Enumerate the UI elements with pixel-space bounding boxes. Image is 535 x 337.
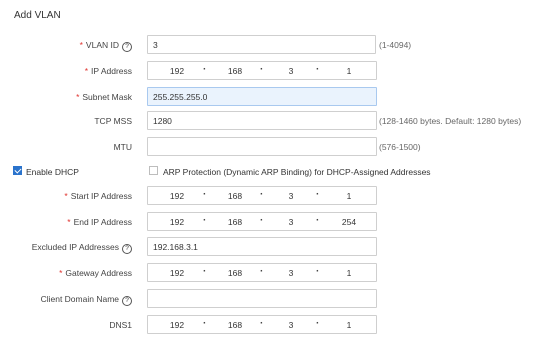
ip-address-input[interactable]: 192 · 168 · 3 · 1: [147, 61, 377, 80]
help-icon[interactable]: ?: [122, 244, 132, 254]
enable-dhcp-label[interactable]: Enable DHCP: [26, 167, 79, 177]
octet-4[interactable]: 1: [334, 191, 364, 201]
start-ip-input[interactable]: 192 · 168 · 3 · 1: [147, 186, 377, 205]
octet-4[interactable]: 1: [334, 268, 364, 278]
dot-separator: ·: [260, 318, 264, 329]
octet-1[interactable]: 192: [162, 191, 192, 201]
dns1-input[interactable]: 192 · 168 · 3 · 1: [147, 315, 377, 334]
dot-separator: ·: [260, 64, 264, 75]
dot-separator: ·: [260, 266, 264, 277]
octet-2[interactable]: 168: [220, 217, 250, 227]
dot-separator: ·: [203, 189, 207, 200]
gateway-input[interactable]: 192 · 168 · 3 · 1: [147, 263, 377, 282]
octet-1[interactable]: 192: [162, 66, 192, 76]
tcp-mss-label: TCP MSS: [94, 116, 132, 126]
octet-2[interactable]: 168: [220, 268, 250, 278]
help-icon[interactable]: ?: [122, 296, 132, 306]
mtu-hint: (576-1500): [379, 142, 421, 152]
subnet-mask-input[interactable]: 255.255.255.0: [147, 87, 377, 106]
arp-protection-label[interactable]: ARP Protection (Dynamic ARP Binding) for…: [163, 167, 431, 177]
octet-3[interactable]: 3: [276, 191, 306, 201]
octet-3[interactable]: 3: [276, 320, 306, 330]
octet-3[interactable]: 3: [276, 217, 306, 227]
octet-1[interactable]: 192: [162, 268, 192, 278]
subnet-mask-label: * Subnet Mask: [76, 92, 132, 102]
arp-protection-checkbox[interactable]: [149, 166, 158, 175]
mtu-input[interactable]: [147, 137, 377, 156]
dot-separator: ·: [203, 215, 207, 226]
dot-separator: ·: [316, 189, 320, 200]
octet-3[interactable]: 3: [276, 66, 306, 76]
dot-separator: ·: [203, 64, 207, 75]
dot-separator: ·: [316, 318, 320, 329]
octet-1[interactable]: 192: [162, 217, 192, 227]
dot-separator: ·: [260, 215, 264, 226]
vlan-id-input[interactable]: 3: [147, 35, 376, 54]
dot-separator: ·: [316, 64, 320, 75]
dot-separator: ·: [203, 266, 207, 277]
tcp-mss-hint: (128-1460 bytes. Default: 1280 bytes): [379, 116, 522, 126]
vlan-id-label: * VLAN ID?: [80, 40, 132, 52]
dot-separator: ·: [316, 266, 320, 277]
excluded-ip-input[interactable]: 192.168.3.1: [147, 237, 377, 256]
client-domain-input[interactable]: [147, 289, 377, 308]
help-icon[interactable]: ?: [122, 42, 132, 52]
octet-4[interactable]: 1: [334, 320, 364, 330]
enable-dhcp-checkbox[interactable]: [13, 166, 22, 175]
gateway-label: * Gateway Address: [59, 268, 132, 278]
octet-2[interactable]: 168: [220, 66, 250, 76]
octet-1[interactable]: 192: [162, 320, 192, 330]
octet-2[interactable]: 168: [220, 191, 250, 201]
client-domain-label: Client Domain Name?: [41, 294, 132, 306]
excluded-ip-label: Excluded IP Addresses?: [32, 242, 132, 254]
octet-4[interactable]: 254: [334, 217, 364, 227]
dot-separator: ·: [203, 318, 207, 329]
dns1-label: DNS1: [109, 320, 132, 330]
octet-2[interactable]: 168: [220, 320, 250, 330]
end-ip-label: * End IP Address: [67, 217, 132, 227]
ip-address-label: * IP Address: [84, 66, 132, 76]
dot-separator: ·: [316, 215, 320, 226]
start-ip-label: * Start IP Address: [64, 191, 132, 201]
end-ip-input[interactable]: 192 · 168 · 3 · 254: [147, 212, 377, 231]
tcp-mss-input[interactable]: 1280: [147, 111, 377, 130]
mtu-label: MTU: [113, 142, 132, 152]
page-title: Add VLAN: [14, 10, 61, 21]
octet-4[interactable]: 1: [334, 66, 364, 76]
dot-separator: ·: [260, 189, 264, 200]
vlan-id-hint: (1-4094): [379, 40, 412, 50]
octet-3[interactable]: 3: [276, 268, 306, 278]
